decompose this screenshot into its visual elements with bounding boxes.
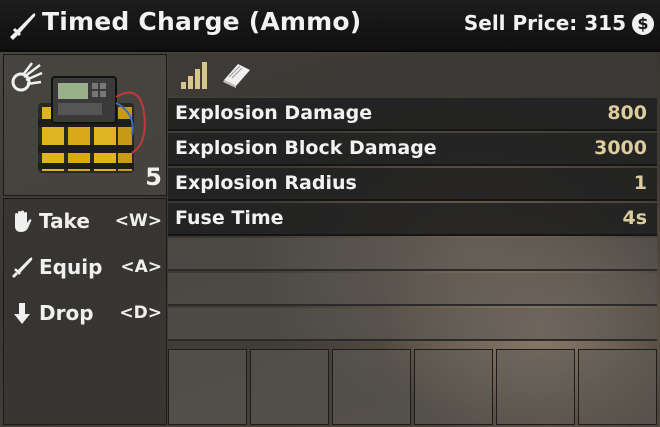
- stat-value: 4s: [622, 207, 647, 229]
- stats-tab-row: [168, 54, 657, 96]
- equip-key: <A>: [120, 257, 162, 277]
- drop-key: <D>: [119, 303, 162, 323]
- stat-label: Fuse Time: [175, 207, 284, 229]
- equip-button[interactable]: Equip <A>: [4, 247, 166, 287]
- equip-label: Equip: [39, 255, 103, 279]
- stat-row-fuse-time: Fuse Time 4s: [168, 203, 657, 236]
- stats-panel: Explosion Damage 800 Explosion Block Dam…: [168, 54, 657, 346]
- actions-panel: Take <W> Equip <A> Drop <D>: [3, 198, 167, 425]
- stat-row-empty: [168, 273, 657, 306]
- coin-icon: $: [632, 13, 654, 35]
- item-title: Timed Charge (Ammo): [42, 7, 362, 36]
- book-icon[interactable]: [220, 62, 252, 88]
- stat-label: Explosion Damage: [175, 102, 373, 124]
- stat-value: 1: [633, 172, 647, 194]
- stat-label: Explosion Radius: [175, 172, 357, 194]
- stat-row-empty: [168, 238, 657, 271]
- timed-charge-image: [38, 76, 146, 173]
- take-button[interactable]: Take <W>: [4, 201, 166, 241]
- stats-bars-icon[interactable]: [180, 60, 208, 90]
- stat-row-explosion-block-damage: Explosion Block Damage 3000: [168, 133, 657, 166]
- mod-slot[interactable]: [496, 349, 575, 425]
- knife-icon: [10, 13, 36, 40]
- item-portrait: 5: [3, 54, 167, 196]
- stat-row-empty: [168, 308, 657, 341]
- take-label: Take: [39, 209, 90, 233]
- item-quantity: 5: [145, 163, 162, 191]
- stat-row-explosion-radius: Explosion Radius 1: [168, 168, 657, 201]
- drop-button[interactable]: Drop <D>: [4, 293, 166, 333]
- mod-slot[interactable]: [168, 349, 247, 425]
- stat-value: 3000: [594, 137, 647, 159]
- mod-slot[interactable]: [332, 349, 411, 425]
- stat-value: 800: [607, 102, 647, 124]
- stat-label: Explosion Block Damage: [175, 137, 437, 159]
- mod-slot[interactable]: [578, 349, 657, 425]
- stat-row-explosion-damage: Explosion Damage 800: [168, 98, 657, 131]
- sell-price: Sell Price: 315: [463, 11, 626, 35]
- arrow-down-icon: [14, 303, 30, 324]
- title-bar: Timed Charge (Ammo) Sell Price: 315 $: [0, 0, 660, 52]
- hand-icon: [15, 210, 32, 232]
- drop-label: Drop: [39, 301, 94, 325]
- knife-icon: [12, 257, 33, 278]
- mod-slot[interactable]: [414, 349, 493, 425]
- take-key: <W>: [114, 211, 162, 231]
- mod-slots: [168, 349, 657, 425]
- mod-slot[interactable]: [250, 349, 329, 425]
